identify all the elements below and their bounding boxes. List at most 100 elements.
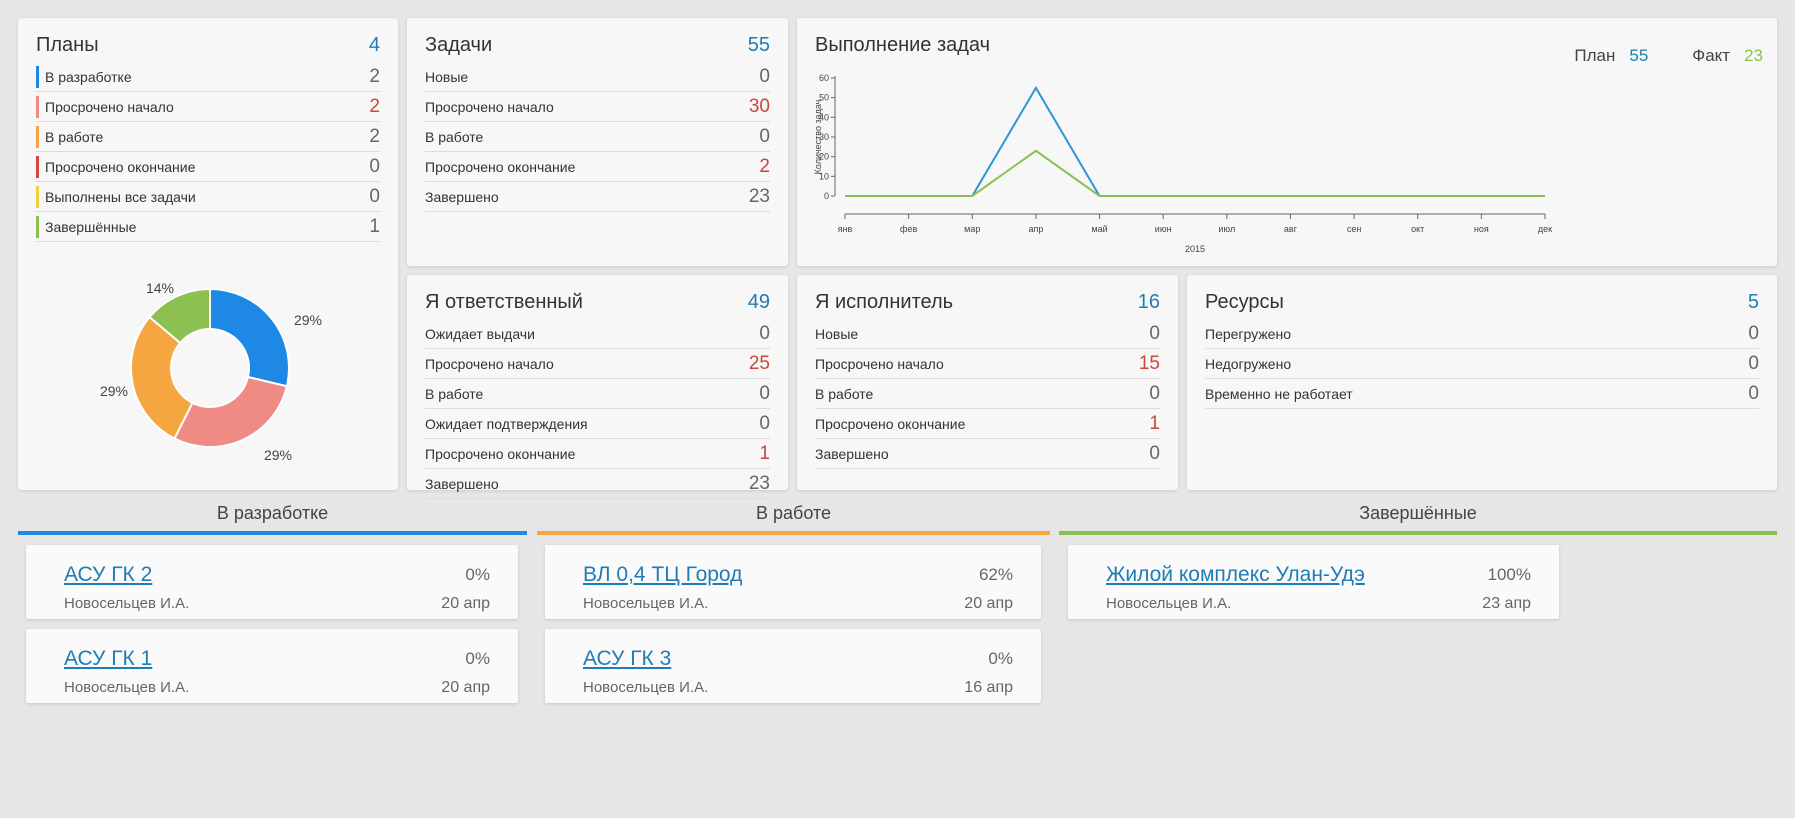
status-row[interactable]: Просрочено начало 30 <box>425 92 770 122</box>
executor-count[interactable]: 16 <box>1138 291 1160 314</box>
kanban-column-underline <box>1059 531 1777 535</box>
resources-status-list: Перегружено 0 Недогружено 0 Временно не рабо… <box>1205 319 1759 409</box>
status-value: 0 <box>759 382 770 404</box>
status-value: 0 <box>759 65 770 87</box>
status-value: 0 <box>759 125 770 147</box>
status-row[interactable]: Просрочено окончание 1 <box>425 439 770 469</box>
x-axis-label: 2015 <box>1185 244 1205 254</box>
x-tick-label: сен <box>1347 224 1362 234</box>
status-row[interactable]: В работе 0 <box>425 122 770 152</box>
status-label: Просрочено окончание <box>425 159 575 175</box>
status-value: 0 <box>1748 352 1759 374</box>
donut-slice-label: 29% <box>264 447 292 463</box>
status-row[interactable]: Новые 0 <box>815 319 1160 349</box>
project-card[interactable]: ВЛ 0,4 ТЦ Город 62% Новосельцев И.А. 20 апр <box>545 545 1041 619</box>
responsible-card: Я ответственный 49 Ожидает выдачи 0 Просро… <box>407 275 788 499</box>
chart-legend: План 55 Факт 23 <box>1574 46 1763 66</box>
status-label-text: Просрочено начало <box>425 355 554 372</box>
status-label: Просрочено начало <box>815 356 944 372</box>
x-tick-label: фев <box>900 224 917 234</box>
status-row[interactable]: Просрочено окончание 1 <box>815 409 1160 439</box>
series-line-fact[interactable] <box>845 149 1545 197</box>
status-row[interactable]: Просрочено начало 15 <box>815 349 1160 379</box>
status-label: Новые <box>425 69 468 85</box>
executor-status-list: Новые 0 Просрочено начало 15 В работе 0 Просро… <box>815 319 1160 469</box>
status-row[interactable]: Завершено 23 <box>425 469 770 499</box>
tasks-count[interactable]: 55 <box>748 34 770 57</box>
project-card[interactable]: Жилой комплекс Улан-Удэ 100% Новосельцев И… <box>1068 545 1559 619</box>
status-value: 0 <box>1748 382 1759 404</box>
status-value: 23 <box>748 472 770 494</box>
legend-plan: План 55 <box>1574 46 1648 66</box>
status-value: 0 <box>759 322 770 344</box>
project-name-link[interactable]: АСУ ГК 3 <box>583 647 671 671</box>
status-row[interactable]: В работе 0 <box>425 379 770 409</box>
status-row[interactable]: Завершено 23 <box>425 182 770 212</box>
x-tick-label: окт <box>1411 224 1424 234</box>
status-label-text: Завершено <box>425 475 499 492</box>
legend-plan-value: 55 <box>1629 46 1649 65</box>
responsible-count[interactable]: 49 <box>748 291 770 314</box>
status-row[interactable]: Временно не работает 0 <box>1205 379 1759 409</box>
project-name-link[interactable]: АСУ ГК 1 <box>64 647 152 671</box>
x-tick-label: май <box>1091 224 1107 234</box>
kanban-column-underline <box>18 531 527 535</box>
project-name-link[interactable]: ВЛ 0,4 ТЦ Город <box>583 563 742 587</box>
status-label-text: Завершено <box>425 188 499 205</box>
project-card[interactable]: АСУ ГК 2 0% Новосельцев И.А. 20 апр <box>26 545 518 619</box>
resources-count[interactable]: 5 <box>1748 291 1759 314</box>
status-label-text: Ожидает подтверждения <box>425 415 588 432</box>
status-label-text: Временно не работает <box>1205 385 1353 402</box>
execution-chart-card: Выполнение задач План 55 Факт 23 0 10 20 30 40… <box>797 18 1777 266</box>
legend-fact-label: Факт <box>1692 46 1731 65</box>
executor-title: Я исполнитель <box>815 291 954 313</box>
status-value: 0 <box>1149 322 1160 344</box>
status-value: 23 <box>748 185 770 207</box>
tasks-card: Задачи 55 Новые 0 Просрочено начало 30 В раб… <box>407 18 788 266</box>
project-owner: Новосельцев И.А. <box>583 595 709 612</box>
status-label-text: В работе <box>815 385 874 402</box>
y-axis-label: Количество задач <box>813 99 823 174</box>
plans-donut-chart: 29% 29% 29% 14% <box>100 280 322 463</box>
x-tick-label: янв <box>838 224 853 234</box>
status-label: Просрочено окончание <box>815 416 965 432</box>
status-label-text: Ожидает выдачи <box>425 325 535 342</box>
project-name-link[interactable]: Жилой комплекс Улан-Удэ <box>1106 563 1365 587</box>
project-name-link[interactable]: АСУ ГК 2 <box>64 563 152 587</box>
x-tick-label: дек <box>1538 224 1552 234</box>
donut-slice[interactable] <box>173 375 289 448</box>
x-tick-label: мар <box>964 224 980 234</box>
project-date: 23 апр <box>1482 595 1531 612</box>
donut-slice[interactable] <box>209 287 290 388</box>
status-row[interactable]: Завершено 0 <box>815 439 1160 469</box>
status-row[interactable]: Новые 0 <box>425 62 770 92</box>
status-row[interactable]: Ожидает выдачи 0 <box>425 319 770 349</box>
status-label-text: Новые <box>425 68 469 85</box>
series-line-plan[interactable] <box>845 85 1545 197</box>
status-row[interactable]: Ожидает подтверждения 0 <box>425 409 770 439</box>
status-row[interactable]: Недогружено 0 <box>1205 349 1759 379</box>
donut-slice-label: 29% <box>100 383 128 399</box>
status-row[interactable]: В работе 0 <box>815 379 1160 409</box>
status-row[interactable]: Просрочено начало 25 <box>425 349 770 379</box>
y-tick-label: 0 <box>824 191 829 201</box>
project-percent: 62% <box>978 565 1013 584</box>
status-row[interactable]: Перегружено 0 <box>1205 319 1759 349</box>
status-label: Недогружено <box>1205 356 1291 372</box>
status-row[interactable]: Просрочено окончание 2 <box>425 152 770 182</box>
status-value: 1 <box>759 442 770 464</box>
status-label: В работе <box>815 386 873 402</box>
x-tick-label: июн <box>1155 224 1172 234</box>
status-label: Новые <box>815 326 858 342</box>
status-value: 0 <box>1748 322 1759 344</box>
plans-card: Планы 4 В разработке 2 Просрочено начало 2 В… <box>18 18 398 490</box>
legend-fact-value: 23 <box>1744 46 1763 65</box>
project-card[interactable]: АСУ ГК 3 0% Новосельцев И.А. 16 апр <box>545 629 1041 703</box>
status-value: 25 <box>748 352 770 374</box>
project-card[interactable]: АСУ ГК 1 0% Новосельцев И.А. 20 апр <box>26 629 518 703</box>
resources-title: Ресурсы <box>1205 291 1284 313</box>
project-date: 20 апр <box>441 595 490 612</box>
status-label: Временно не работает <box>1205 386 1353 402</box>
status-value: 1 <box>1149 412 1160 434</box>
status-value: 0 <box>759 412 770 434</box>
